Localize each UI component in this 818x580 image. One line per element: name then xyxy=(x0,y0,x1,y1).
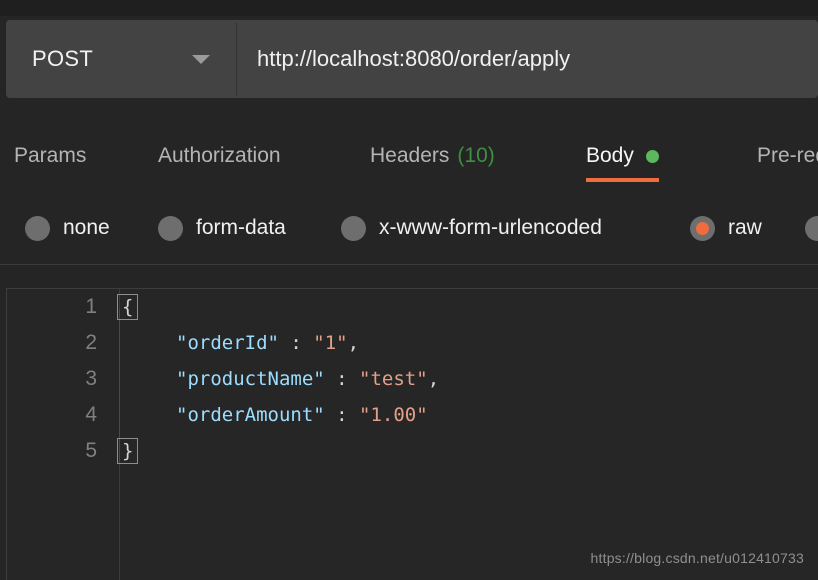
radio-circle-icon xyxy=(25,216,50,241)
json-value: "1" xyxy=(313,332,347,354)
tab-headers[interactable]: Headers (10) xyxy=(370,126,495,186)
json-key: "productName" xyxy=(176,368,325,390)
body-type-radio-none[interactable]: none xyxy=(25,196,110,260)
code-line: 1{ xyxy=(7,289,818,325)
body-type-radio-group: none form-data x-www-form-urlencoded raw xyxy=(0,196,818,260)
code-text: } xyxy=(119,439,136,463)
url-text: http://localhost:8080/order/apply xyxy=(257,46,570,72)
body-type-label: none xyxy=(63,216,110,240)
radio-circle-icon xyxy=(805,216,818,241)
json-key: "orderId" xyxy=(176,332,279,354)
body-type-radio-raw[interactable]: raw xyxy=(690,196,762,260)
body-type-label: form-data xyxy=(196,216,286,240)
section-separator xyxy=(0,264,818,265)
radio-circle-icon xyxy=(158,216,183,241)
tab-authorization[interactable]: Authorization xyxy=(158,126,281,186)
body-type-radio-x-www-form-urlencoded[interactable]: x-www-form-urlencoded xyxy=(341,196,602,260)
code-lines: 1{2"orderId" : "1",3"productName" : "tes… xyxy=(7,289,818,469)
tab-count-badge: (10) xyxy=(457,144,494,168)
postman-request-builder: POST http://localhost:8080/order/apply P… xyxy=(0,0,818,580)
http-method-dropdown[interactable]: POST xyxy=(6,20,236,98)
json-value: "1.00" xyxy=(359,404,428,426)
active-tab-underline xyxy=(586,178,659,182)
code-line: 4 "orderAmount" : "1.00" xyxy=(7,397,818,433)
json-punctuation: : xyxy=(325,368,359,390)
matched-brace: } xyxy=(117,438,138,464)
line-number: 3 xyxy=(7,367,97,391)
watermark: https://blog.csdn.net/u012410733 xyxy=(591,550,804,566)
code-text: "productName" : "test", xyxy=(119,368,439,390)
json-key: "orderAmount" xyxy=(176,404,325,426)
matched-brace: { xyxy=(117,294,138,320)
http-method-label: POST xyxy=(32,46,93,72)
code-line: 5} xyxy=(7,433,818,469)
body-type-label: raw xyxy=(728,216,762,240)
body-type-radio-form-data[interactable]: form-data xyxy=(158,196,286,260)
request-bar: POST http://localhost:8080/order/apply xyxy=(6,20,818,98)
line-number: 2 xyxy=(7,331,97,355)
radio-circle-icon xyxy=(690,216,715,241)
body-type-label: x-www-form-urlencoded xyxy=(379,216,602,240)
body-type-radio-overflow[interactable] xyxy=(805,196,818,260)
tab-label: Params xyxy=(14,144,86,168)
code-line: 2 "orderId" : "1", xyxy=(7,325,818,361)
code-text: "orderId" : "1", xyxy=(119,332,359,354)
window-top-strip xyxy=(0,0,818,16)
json-punctuation: , xyxy=(348,332,359,354)
body-present-dot-icon xyxy=(646,150,659,163)
code-text: "orderAmount" : "1.00" xyxy=(119,404,428,426)
tab-label: Pre-requ xyxy=(757,144,818,168)
raw-body-editor[interactable]: 1{2"orderId" : "1",3"productName" : "tes… xyxy=(6,288,818,580)
radio-circle-icon xyxy=(341,216,366,241)
line-number: 1 xyxy=(7,295,97,319)
tab-pre-requ[interactable]: Pre-requ xyxy=(757,126,818,186)
code-line: 3 "productName" : "test", xyxy=(7,361,818,397)
json-punctuation: , xyxy=(428,368,439,390)
url-input[interactable]: http://localhost:8080/order/apply xyxy=(237,20,818,98)
line-number: 4 xyxy=(7,403,97,427)
line-number: 5 xyxy=(7,439,97,463)
tab-label: Authorization xyxy=(158,144,281,168)
code-text: { xyxy=(119,295,136,319)
tab-body[interactable]: Body xyxy=(586,126,659,186)
chevron-down-icon xyxy=(192,55,210,64)
tab-label: Body xyxy=(586,144,634,168)
json-punctuation: : xyxy=(279,332,313,354)
tab-label: Headers xyxy=(370,144,449,168)
json-value: "test" xyxy=(359,368,428,390)
json-punctuation: : xyxy=(325,404,359,426)
tab-params[interactable]: Params xyxy=(14,126,86,186)
request-tabs: Params Authorization Headers (10) Body Pre-re… xyxy=(0,126,818,186)
